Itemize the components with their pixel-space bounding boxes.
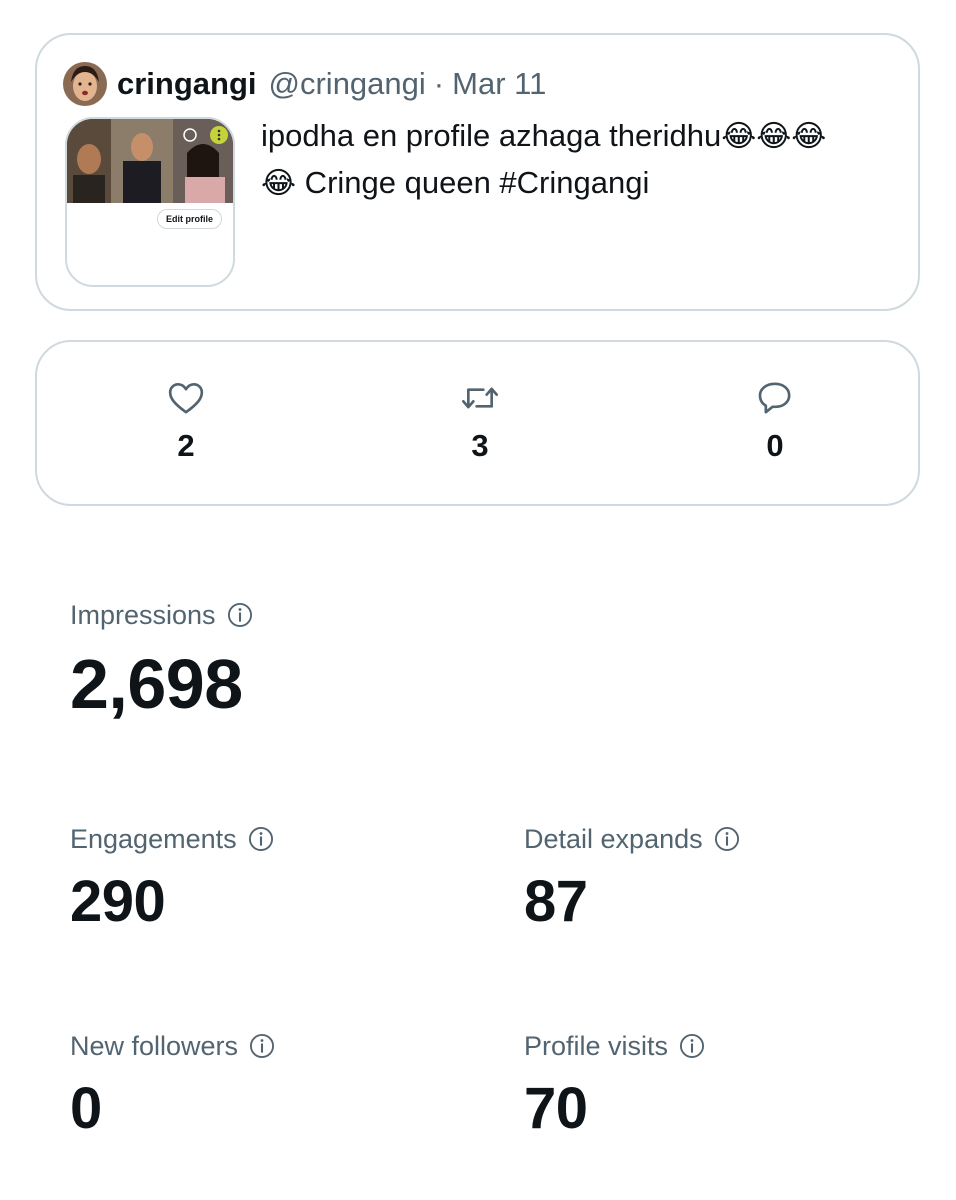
profile-visits-value: 70: [524, 1076, 588, 1141]
replies-metric: 0: [715, 378, 835, 464]
replies-count: 0: [766, 428, 784, 463]
edit-profile-button: Edit profile: [157, 209, 222, 229]
new-followers-value: 0: [70, 1076, 102, 1141]
reply-icon: [758, 382, 791, 414]
profile-visits-label: Profile visits: [524, 1030, 669, 1061]
retweets-count: 3: [471, 428, 489, 463]
author-name[interactable]: cringangi: [117, 66, 257, 102]
new-followers-metric: New followers 0: [70, 1029, 276, 1141]
tweet-text: ipodha en profile azhaga theridhu😂😂😂 😂 C…: [261, 113, 901, 207]
detail-expands-value: 87: [524, 869, 588, 934]
likes-metric: 2: [126, 378, 246, 464]
tweet-text-line-2: Cringe queen #Cringangi: [296, 165, 650, 200]
engagements-value: 290: [70, 869, 166, 934]
retweet-icon: [462, 387, 498, 409]
tweet-actions-card: 2 3 0: [35, 340, 920, 506]
info-icon[interactable]: [678, 1032, 706, 1060]
profile-visits-metric: Profile visits 70: [524, 1029, 706, 1141]
info-icon[interactable]: [247, 825, 275, 853]
laughing-emoji: 😂😂😂: [721, 119, 827, 154]
new-followers-label: New followers: [70, 1030, 239, 1061]
separator-dot: ·: [433, 66, 445, 101]
info-icon[interactable]: [226, 601, 254, 629]
impressions-label: Impressions: [70, 599, 216, 630]
info-icon[interactable]: [248, 1032, 276, 1060]
likes-count: 2: [177, 428, 195, 463]
profile-banner-image: [67, 119, 233, 203]
avatar[interactable]: [63, 62, 107, 106]
quoted-tweet-card[interactable]: cringangi @cringangi · Mar 11 Edit profi…: [35, 33, 920, 311]
laughing-emoji: 😂: [261, 166, 297, 201]
heart-icon: [168, 383, 204, 414]
tweet-date[interactable]: Mar 11: [452, 66, 546, 102]
engagements-metric: Engagements 290: [70, 822, 275, 934]
retweets-metric: 3: [420, 378, 540, 464]
impressions-metric: Impressions 2,698: [70, 598, 254, 724]
author-handle[interactable]: @cringangi: [269, 66, 426, 102]
tweet-text-line-1: ipodha en profile azhaga theridhu: [261, 118, 722, 153]
info-icon[interactable]: [713, 825, 741, 853]
engagements-label: Engagements: [70, 823, 237, 854]
detail-expands-label: Detail expands: [524, 823, 703, 854]
tweet-media-thumbnail[interactable]: Edit profile: [65, 117, 235, 287]
tweet-header: cringangi @cringangi · Mar 11: [63, 61, 546, 107]
detail-expands-metric: Detail expands 87: [524, 822, 741, 934]
impressions-value: 2,698: [70, 645, 243, 723]
